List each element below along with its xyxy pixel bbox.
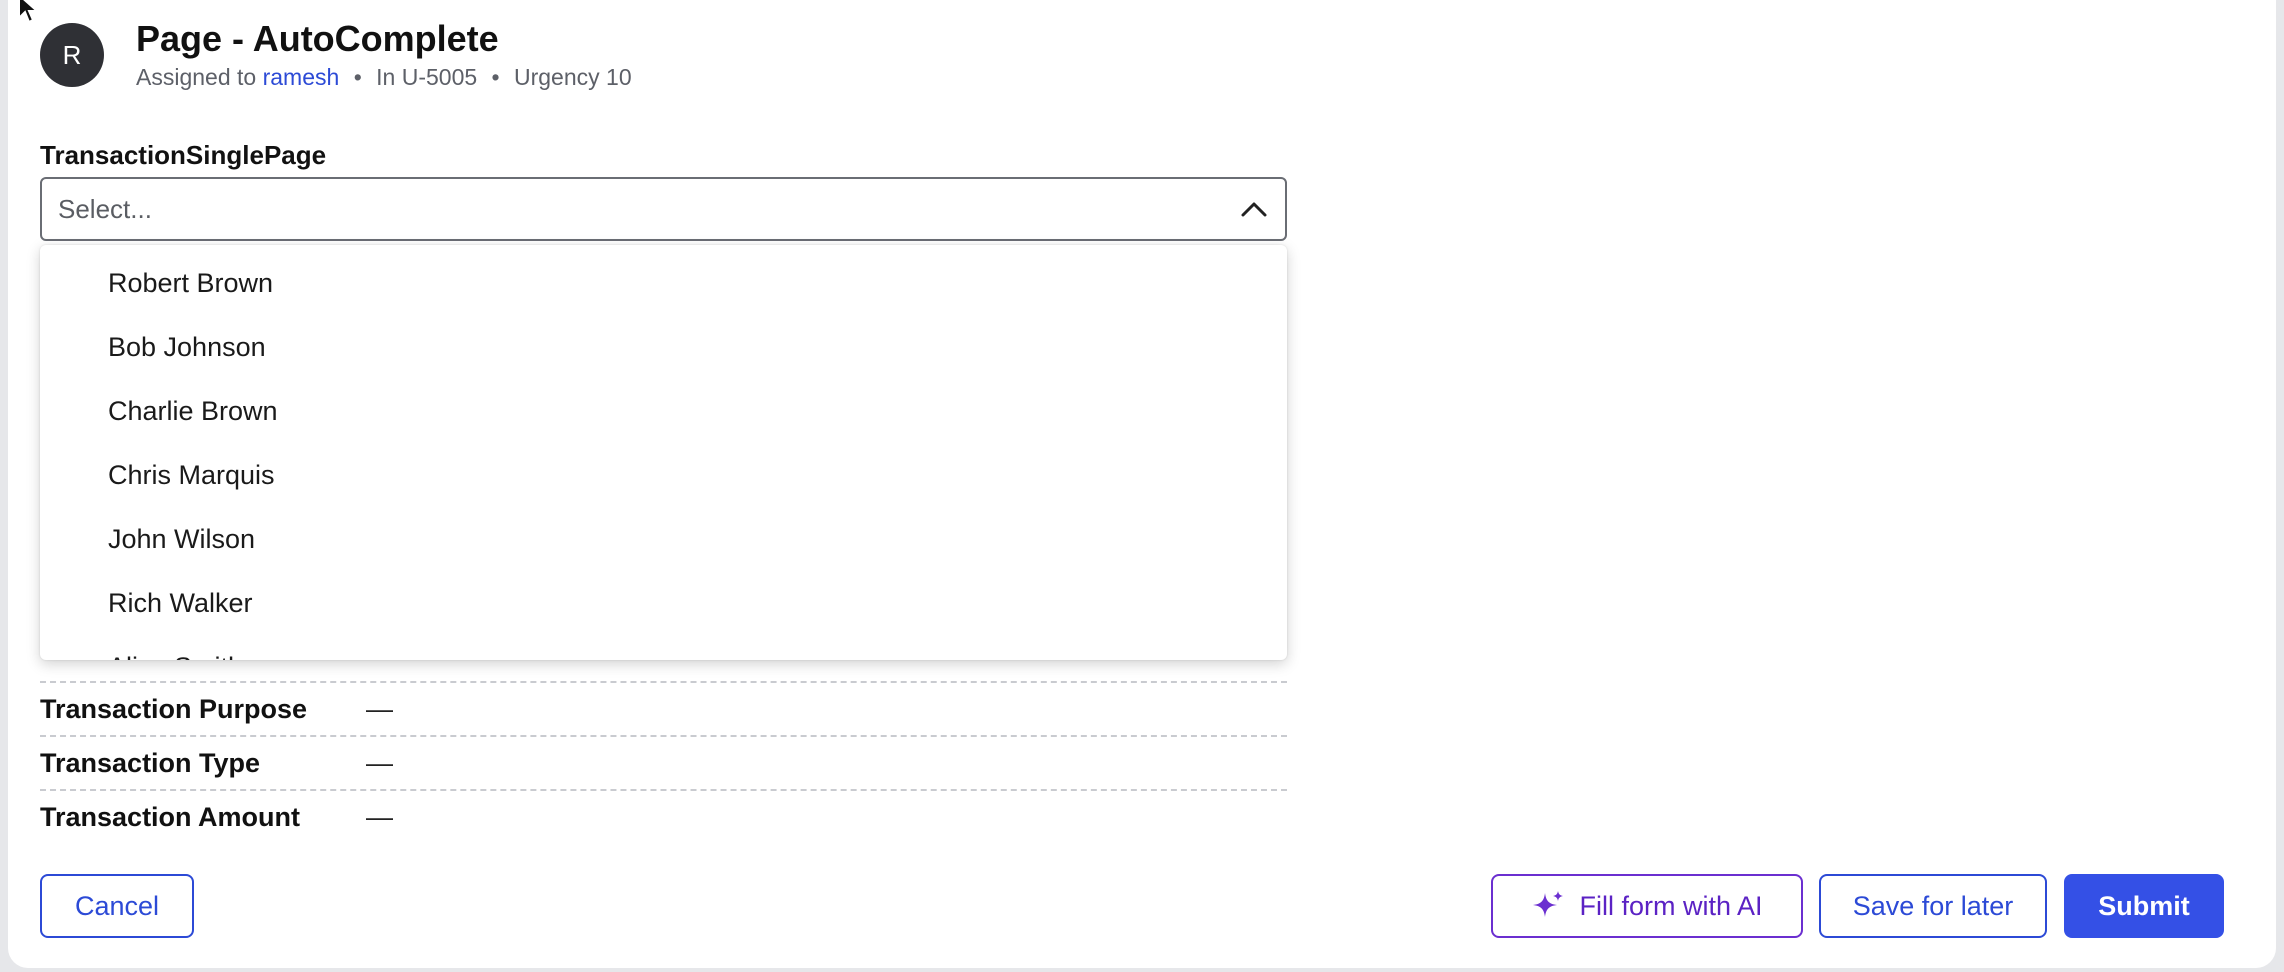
assignee-link[interactable]: ramesh xyxy=(263,64,340,90)
detail-row-type: Transaction Type — xyxy=(40,735,1287,789)
dropdown-option[interactable]: Charlie Brown xyxy=(40,379,1287,443)
urgency: Urgency 10 xyxy=(514,64,632,90)
avatar: R xyxy=(40,23,104,87)
detail-row-purpose: Transaction Purpose — xyxy=(40,681,1287,735)
fill-form-ai-label: Fill form with AI xyxy=(1579,890,1763,921)
select-placeholder: Select... xyxy=(58,193,152,224)
save-for-later-button[interactable]: Save for later xyxy=(1819,874,2047,938)
detail-label: Transaction Amount xyxy=(40,801,301,832)
dropdown-option[interactable]: Bob Johnson xyxy=(40,315,1287,379)
fill-form-ai-button[interactable]: Fill form with AI xyxy=(1491,874,1803,938)
chevron-up-icon[interactable] xyxy=(1239,197,1269,221)
dropdown-option[interactable]: Robert Brown xyxy=(40,251,1287,315)
cancel-button[interactable]: Cancel xyxy=(40,874,194,938)
case-subtitle: Assigned to ramesh • In U-5005 • Urgency… xyxy=(136,62,632,92)
detail-value: — xyxy=(366,801,393,832)
dropdown-option[interactable]: Rich Walker xyxy=(40,571,1287,635)
dropdown-option[interactable]: Alice Smith xyxy=(40,635,1287,661)
separator-dot: • xyxy=(353,64,362,90)
dropdown-option[interactable]: Chris Marquis xyxy=(40,443,1287,507)
field-label: TransactionSinglePage xyxy=(40,140,327,170)
detail-row-amount: Transaction Amount — xyxy=(40,789,1287,843)
detail-label: Transaction Purpose xyxy=(40,693,308,724)
detail-value: — xyxy=(366,747,393,778)
detail-label: Transaction Type xyxy=(40,747,261,778)
page-title: Page - AutoComplete xyxy=(136,18,499,59)
submit-button[interactable]: Submit xyxy=(2064,874,2224,938)
case-id: In U-5005 xyxy=(376,64,478,90)
cursor-arrow-icon xyxy=(18,0,40,24)
assigned-prefix: Assigned to xyxy=(136,64,257,90)
detail-value: — xyxy=(366,693,393,724)
autocomplete-dropdown: Robert Brown Bob Johnson Charlie Brown C… xyxy=(40,245,1287,660)
transaction-select[interactable]: Select... xyxy=(40,177,1287,241)
avatar-initial: R xyxy=(62,39,82,70)
dropdown-option[interactable]: John Wilson xyxy=(40,507,1287,571)
sparkle-icon xyxy=(1533,891,1564,917)
separator-dot: • xyxy=(491,64,500,90)
